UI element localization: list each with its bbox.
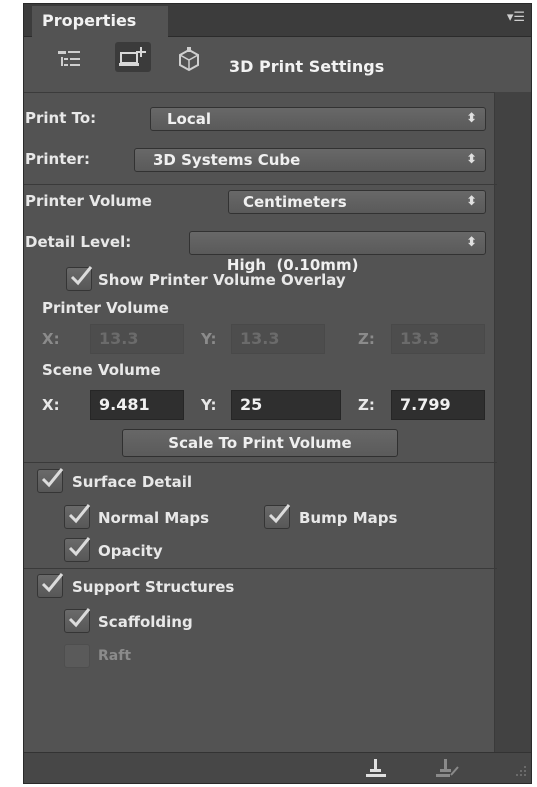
scene-volume-y-field[interactable]: 25 (231, 390, 341, 420)
checkmark-icon (68, 537, 91, 557)
printer-label: Printer: (25, 150, 90, 168)
raft-label: Raft (98, 648, 132, 664)
printer-volume-z-label: Z: (358, 330, 375, 348)
show-overlay-checkbox[interactable] (66, 266, 93, 291)
select-arrows-icon: ⬍ (466, 111, 477, 126)
printer-volume-x-field: 13.3 (90, 324, 184, 354)
divider (24, 462, 497, 463)
printer-volume-heading: Printer Volume (42, 299, 169, 317)
properties-toolbar: 3D Print Settings (24, 37, 531, 93)
units-select[interactable]: Centimeters ⬍ (228, 190, 486, 214)
checkmark-icon (68, 504, 91, 524)
opacity-checkbox[interactable] (64, 537, 91, 562)
detail-level-label: Detail Level: (25, 233, 132, 251)
print-icon[interactable] (364, 757, 388, 783)
printer-volume-y-label: Y: (201, 330, 217, 348)
printer-select[interactable]: 3D Systems Cube ⬍ (134, 148, 486, 172)
panel-title: 3D Print Settings (229, 57, 385, 76)
printer-volume-units-label: Printer Volume (25, 192, 152, 210)
scene-volume-z-field[interactable]: 7.799 (391, 390, 485, 420)
checkmark-icon (68, 608, 91, 628)
print-to-select[interactable]: Local ⬍ (150, 107, 486, 131)
normal-maps-label: Normal Maps (98, 509, 210, 527)
show-overlay-label: Show Printer Volume Overlay (98, 271, 346, 289)
divider (24, 184, 497, 185)
surface-detail-checkbox[interactable] (37, 468, 64, 493)
printer-value: 3D Systems Cube (153, 151, 301, 169)
bump-maps-label: Bump Maps (299, 509, 398, 527)
panel-footer (24, 752, 531, 783)
checkmark-icon (268, 504, 291, 524)
panel-scrollbar[interactable] (494, 92, 531, 757)
scaffolding-checkbox[interactable] (64, 608, 91, 633)
checkmark-icon (41, 573, 64, 593)
tab-properties[interactable]: Properties (32, 6, 168, 37)
select-arrows-icon: ⬍ (466, 194, 477, 209)
print-to-label: Print To: (25, 109, 97, 127)
bump-maps-checkbox[interactable] (264, 504, 291, 529)
scale-to-print-volume-button[interactable]: Scale To Print Volume (122, 429, 398, 457)
printer-volume-y-field: 13.3 (231, 324, 325, 354)
select-arrows-icon: ⬍ (466, 235, 477, 250)
printer-volume-z-field: 13.3 (391, 324, 485, 354)
checkmark-icon (41, 468, 64, 488)
scene-volume-y-label: Y: (201, 396, 217, 414)
support-structures-checkbox[interactable] (37, 573, 64, 598)
scene-tree-icon[interactable] (56, 47, 82, 75)
printer-volume-x-label: X: (42, 330, 60, 348)
scene-volume-z-label: Z: (358, 396, 375, 414)
scaffolding-label: Scaffolding (98, 613, 193, 631)
scene-volume-heading: Scene Volume (42, 361, 161, 379)
raft-checkbox (64, 644, 90, 668)
units-value: Centimeters (243, 193, 347, 211)
3d-object-icon[interactable] (176, 47, 202, 77)
panel-menu-icon[interactable]: ▾☰ (507, 10, 525, 25)
detail-level-select[interactable]: High (0.10mm) ⬍ (189, 231, 486, 274)
scene-volume-x-field[interactable]: 9.481 (90, 390, 184, 420)
checkmark-icon (70, 266, 93, 286)
normal-maps-checkbox[interactable] (64, 504, 91, 529)
cancel-print-icon[interactable] (434, 757, 460, 783)
print-to-value: Local (167, 110, 212, 128)
properties-panel: Properties ▾☰ 3D Print Settings Print To… (23, 3, 532, 784)
divider (24, 568, 497, 569)
print-settings-icon[interactable] (114, 41, 154, 77)
resize-grip-icon[interactable] (515, 762, 527, 781)
panel-tab-bar: Properties ▾☰ (24, 4, 531, 37)
opacity-label: Opacity (98, 542, 163, 560)
scene-volume-x-label: X: (42, 396, 60, 414)
select-arrows-icon: ⬍ (466, 152, 477, 167)
surface-detail-label: Surface Detail (72, 473, 193, 491)
support-structures-label: Support Structures (72, 578, 235, 596)
